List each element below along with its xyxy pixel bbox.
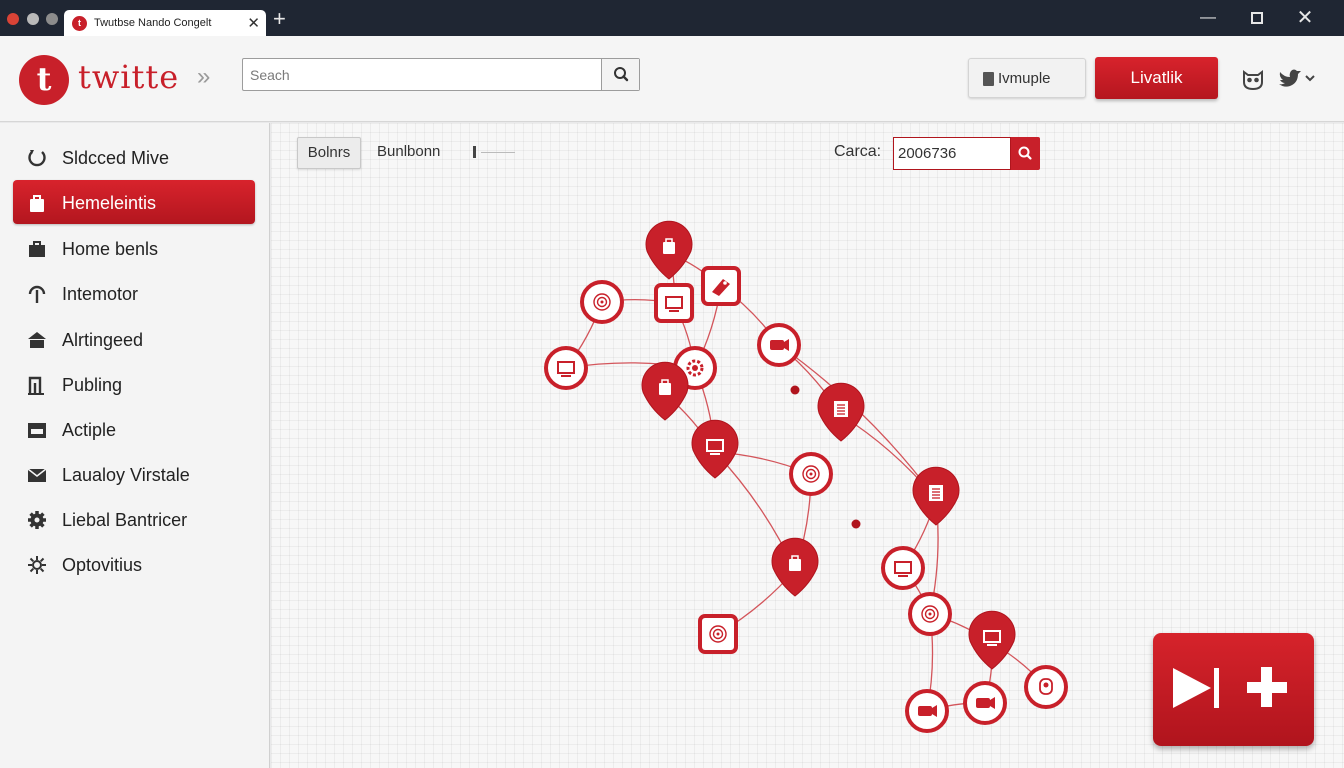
chevron-right-icon[interactable]: » [197, 63, 210, 91]
maximize-button[interactable] [1245, 6, 1269, 30]
plus-icon [1247, 667, 1287, 707]
sidebar-item-label: Intemotor [62, 284, 139, 304]
search-button[interactable] [601, 59, 639, 90]
sidebar-item-7[interactable]: Laualoy Virstale [13, 452, 255, 496]
sidebar-item-label: Actiple [62, 420, 117, 440]
graph-node[interactable] [1024, 665, 1068, 709]
sidebar-item-9[interactable]: Optovitius [13, 542, 255, 586]
pin-icon [28, 285, 46, 303]
graph-node[interactable] [698, 614, 738, 654]
camera-icon [770, 339, 789, 351]
sidebar-item-label: Sldcced Mive [62, 148, 170, 168]
circle-arrow-icon [28, 150, 46, 167]
bag-icon [983, 72, 994, 86]
graph-node[interactable] [701, 266, 741, 306]
share-button[interactable]: Ivmuple [968, 58, 1086, 98]
sidebar-item-6[interactable]: Actiple [13, 407, 255, 451]
sun-icon [28, 556, 46, 574]
bag-icon [30, 195, 44, 212]
browser-tab[interactable]: t Twutbse Nando Congelt ✕ [64, 10, 266, 37]
sidebar-item-8[interactable]: Liebal Bantricer [13, 497, 255, 541]
bird-icon[interactable] [1276, 66, 1316, 92]
graph-node[interactable] [654, 283, 694, 323]
share-button-label: Ivmuple [998, 70, 1051, 87]
camera-icon [918, 705, 937, 717]
graph-node[interactable] [641, 361, 689, 421]
document-icon [929, 485, 943, 501]
graph-node[interactable] [757, 323, 801, 367]
close-window-dot[interactable] [7, 13, 19, 25]
graph-node[interactable] [963, 681, 1007, 725]
mail-icon [27, 468, 47, 482]
play-icon [1173, 668, 1219, 708]
graph-canvas[interactable]: Bolnrs Bunlbonn Carca: [271, 123, 1344, 768]
sidebar-item-4[interactable]: Alrtingeed [13, 317, 255, 361]
house-icon [28, 332, 46, 348]
search-box [242, 58, 640, 91]
document-icon [834, 401, 848, 417]
zoom-window-dot[interactable] [46, 13, 58, 25]
search-icon [614, 67, 629, 82]
sidebar-item-5[interactable]: Publing [13, 362, 255, 406]
gear-icon [28, 511, 46, 529]
tab-close-icon[interactable]: ✕ [247, 14, 260, 32]
sidebar-item-1[interactable]: Hemeleintis [13, 180, 255, 224]
graph-node[interactable] [817, 382, 865, 442]
graph-junction [790, 385, 800, 395]
primary-action-button[interactable]: Livatlik [1095, 57, 1218, 99]
graph-nodes [544, 220, 1068, 733]
graph-node[interactable] [908, 592, 952, 636]
minimize-window-dot[interactable] [27, 13, 39, 25]
graph-node[interactable] [968, 610, 1016, 670]
window-titlebar: t Twutbse Nando Congelt ✕ + — ✕ [0, 0, 1344, 37]
sidebar-item-label: Hemeleintis [62, 193, 157, 213]
add-media-button[interactable] [1153, 633, 1314, 746]
graph-node[interactable] [905, 689, 949, 733]
sidebar-item-label: Home benls [62, 239, 159, 259]
sidebar-item-label: Alrtingeed [62, 330, 144, 350]
favicon-icon: t [72, 16, 87, 31]
sidebar-item-2[interactable]: Home benls [13, 226, 255, 270]
tab-title: Twutbse Nando Congelt [94, 17, 212, 29]
sidebar: Sldcced Mive Hemeleintis Home benls Inte… [0, 123, 270, 768]
camera-icon [976, 697, 995, 709]
graph-node[interactable] [580, 280, 624, 324]
logo-icon[interactable]: t [19, 55, 69, 105]
tray-icon [28, 423, 46, 438]
app-header: t twitte » Ivmuple Livatlik [0, 36, 1344, 122]
sidebar-item-label: Liebal Bantricer [62, 510, 188, 530]
search-input[interactable] [243, 59, 601, 90]
sidebar-item-0[interactable]: Sldcced Mive [13, 135, 255, 179]
graph-node[interactable] [912, 466, 960, 526]
graph-node[interactable] [789, 452, 833, 496]
chart-icon [28, 376, 44, 395]
close-window-button[interactable]: ✕ [1293, 6, 1317, 30]
new-tab-button[interactable]: + [273, 6, 286, 32]
sidebar-item-label: Optovitius [62, 555, 143, 575]
graph-node[interactable] [645, 220, 693, 280]
briefcase-icon [29, 241, 45, 257]
minimize-button[interactable]: — [1196, 6, 1220, 30]
sidebar-item-label: Laualoy Virstale [62, 465, 190, 485]
sidebar-item-label: Publing [62, 375, 123, 395]
sidebar-item-3[interactable]: Intemotor [13, 271, 255, 315]
logo-text[interactable]: twitte [78, 58, 179, 96]
graph-junction [851, 519, 861, 529]
graph-node[interactable] [544, 346, 588, 390]
graph-node[interactable] [881, 546, 925, 590]
owl-icon[interactable] [1240, 66, 1266, 92]
maximize-icon [1251, 11, 1263, 24]
